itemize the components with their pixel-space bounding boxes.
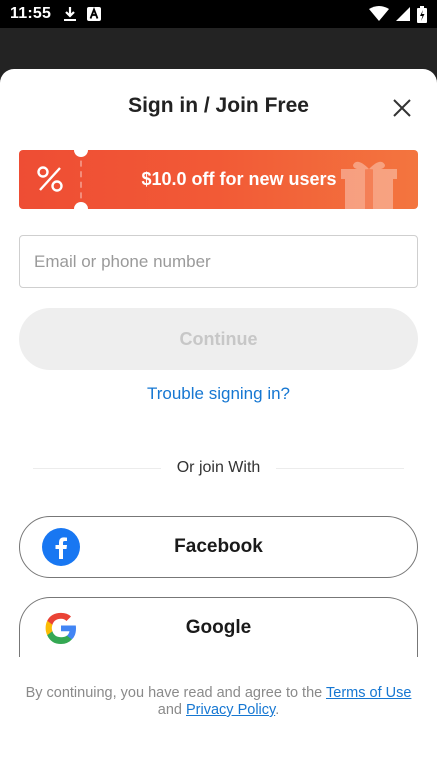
facebook-label: Facebook [174, 536, 263, 557]
legal-suffix: . [275, 702, 280, 718]
divider-line-right [276, 467, 405, 469]
google-button[interactable]: Google [19, 597, 418, 657]
gift-icon [341, 161, 397, 209]
status-icons-left [63, 6, 102, 22]
new-user-promo-banner[interactable]: $10.0 off for new users [19, 150, 418, 209]
status-time: 11:55 [10, 5, 52, 22]
promo-text: $10.0 off for new users [141, 169, 337, 189]
cellular-signal-icon [396, 7, 410, 21]
promo-divider [80, 150, 82, 209]
battery-icon [417, 5, 427, 23]
legal-and: and [157, 702, 182, 718]
legal-prefix: By continuing, you have read and agree t… [25, 685, 323, 701]
percent-icon [37, 166, 63, 192]
or-join-divider: Or join With [33, 458, 405, 478]
sheet-title: Sign in / Join Free [128, 94, 309, 117]
sign-in-sheet: Sign in / Join Free $10.0 off for new us… [0, 69, 437, 776]
google-label: Google [185, 616, 252, 638]
wifi-icon [369, 6, 389, 21]
privacy-policy-link[interactable]: Privacy Policy [186, 702, 275, 718]
facebook-button[interactable]: Facebook [19, 516, 418, 578]
download-icon [64, 7, 77, 21]
status-icons-right [369, 5, 427, 23]
trouble-signing-in-link[interactable]: Trouble signing in? [0, 384, 437, 404]
continue-button[interactable]: Continue [19, 308, 418, 370]
email-phone-input[interactable] [19, 235, 418, 288]
divider-line-left [33, 467, 161, 469]
close-icon [393, 99, 411, 117]
or-join-text: Or join With [176, 459, 261, 476]
close-button[interactable] [389, 95, 415, 121]
status-bar: 11:55 [0, 0, 437, 28]
legal-notice: By continuing, you have read and agree t… [20, 685, 417, 719]
a-letter-icon [87, 7, 102, 21]
terms-of-use-link[interactable]: Terms of Use [326, 685, 411, 701]
